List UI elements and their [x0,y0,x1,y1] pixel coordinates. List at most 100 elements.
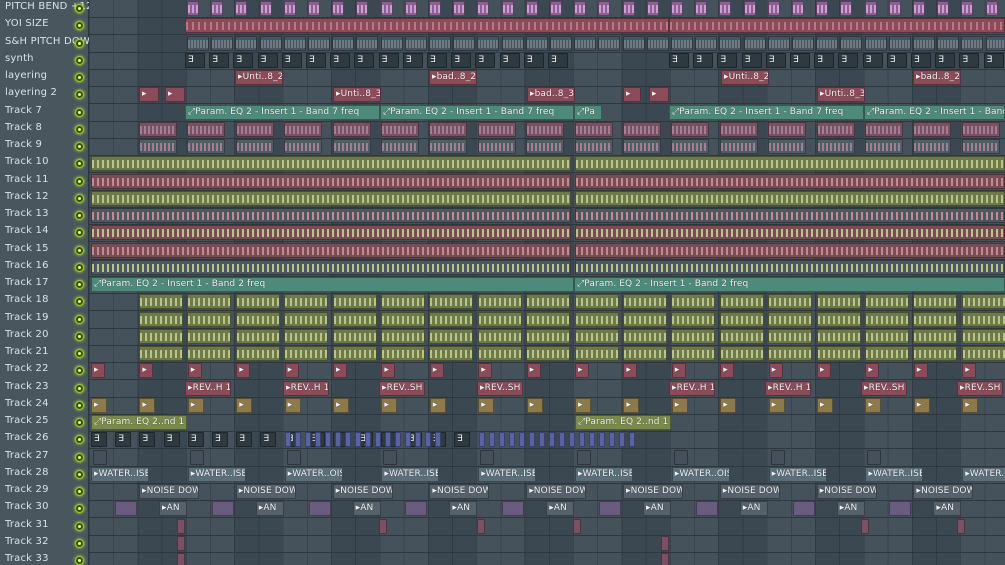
pattern-clip[interactable] [867,449,882,465]
pattern-clip[interactable] [526,328,571,344]
mute-led-icon[interactable] [75,107,84,117]
pattern-clip[interactable] [770,449,785,465]
pattern-clip[interactable]: ▸NOISE DOWN [332,484,393,499]
track-header[interactable]: YOI SIZE [0,17,88,34]
pattern-clip[interactable]: ▸NOISE DOWN [429,484,490,499]
track-header[interactable]: layering [0,69,88,86]
pattern-clip[interactable] [480,449,495,465]
pattern-clip[interactable]: ▸AN [449,501,478,517]
synth-clip[interactable]: ∃ [693,52,714,68]
pattern-clip[interactable] [864,1,877,16]
automation-clip[interactable]: ⤢Param. EQ 2 - Insert 1 - Band 2 freq [574,277,1005,292]
pattern-clip[interactable] [429,35,451,51]
pattern-clip[interactable]: ▸ [187,397,204,413]
mute-led-icon[interactable] [75,55,84,65]
pattern-clip[interactable]: ▸ [720,363,735,379]
pattern-clip[interactable] [671,328,716,344]
pattern-clip[interactable]: ▸REV..H 1 [283,380,329,396]
pattern-clip[interactable]: ▸ [913,363,928,379]
pattern-clip[interactable] [235,121,274,137]
pattern-clip[interactable] [429,346,474,361]
track-header[interactable]: synth [0,52,88,69]
pattern-clip[interactable] [743,1,756,16]
pattern-clip[interactable] [477,518,485,534]
pattern-clip[interactable] [332,311,377,327]
pattern-clip[interactable] [356,35,379,51]
automation-clip[interactable]: ⤢Param. EQ 2 - Insert 1 - Band 7 freq [380,104,574,120]
mute-led-icon[interactable] [75,400,84,410]
pattern-clip[interactable]: ▸AN [643,501,671,517]
pattern-clip[interactable] [598,35,621,51]
pattern-clip[interactable]: ▸ [333,397,349,413]
track-lane[interactable] [89,155,1005,174]
pattern-clip[interactable] [574,311,619,327]
pattern-clip[interactable] [332,35,355,51]
pattern-clip[interactable]: ▸NOISE DOWN [719,484,780,499]
mute-led-icon[interactable] [75,4,84,13]
mute-led-icon[interactable] [75,366,84,376]
pattern-clip[interactable] [284,121,323,137]
pattern-clip[interactable] [671,294,716,310]
pattern-clip[interactable] [211,35,234,51]
pattern-clip[interactable] [285,432,291,448]
synth-clip[interactable]: ∃ [454,432,470,448]
pattern-clip[interactable]: ▸WATER..OISE [284,466,343,482]
pattern-clip[interactable] [575,242,1005,258]
pattern-clip[interactable] [816,328,861,344]
pattern-clip[interactable] [308,35,330,51]
track-header[interactable]: Track 21 [0,345,88,362]
pattern-clip[interactable]: ▸ [623,363,638,379]
pattern-clip[interactable] [768,346,813,361]
pattern-clip[interactable] [913,1,925,16]
pattern-clip[interactable] [139,311,183,327]
pattern-clip[interactable] [139,139,177,154]
track-header[interactable]: Track 18 [0,293,88,310]
pattern-clip[interactable]: ▸ [381,363,396,379]
synth-clip[interactable]: ∃ [260,432,277,448]
pattern-clip[interactable]: ▸Unti..8_3 [817,87,865,103]
track-header[interactable]: Track 7 [0,104,88,121]
pattern-clip[interactable] [646,35,669,51]
pattern-clip[interactable] [865,294,909,310]
pattern-clip[interactable] [767,1,780,16]
pattern-clip[interactable]: ▸NOISE DOWN [816,484,877,499]
track-lane[interactable] [89,345,1005,363]
pattern-clip[interactable] [985,1,998,16]
track-lane[interactable] [89,224,1005,243]
pattern-clip[interactable]: ▸ [913,397,930,413]
pattern-clip[interactable] [598,1,611,16]
pattern-clip[interactable] [619,432,625,448]
pattern-clip[interactable] [177,518,185,534]
pattern-clip[interactable] [961,35,984,51]
automation-clip[interactable]: ⤢Param. EQ 2 - Insert 1 - Band 7 freq [185,104,380,120]
pattern-clip[interactable] [477,1,490,16]
pattern-clip[interactable] [526,121,565,137]
mute-led-icon[interactable] [75,38,84,48]
pattern-clip[interactable]: ▸REV..H 1 [765,380,811,396]
pattern-clip[interactable] [429,139,468,154]
track-lane[interactable] [89,293,1005,312]
pattern-clip[interactable] [489,432,495,448]
pattern-clip[interactable] [425,432,431,448]
pattern-clip[interactable]: ▸AN [933,501,962,517]
mute-led-icon[interactable] [75,73,84,82]
synth-clip[interactable]: ∃ [862,52,883,68]
synth-clip[interactable]: ∃ [281,52,302,68]
pattern-clip[interactable] [325,432,331,448]
mute-led-icon[interactable] [75,142,84,151]
pattern-clip[interactable] [235,139,274,154]
pattern-clip[interactable] [211,1,224,16]
pattern-clip[interactable] [913,121,952,137]
track-header[interactable]: PITCH BEND +12 [0,0,92,17]
pattern-clip[interactable]: ▸ [962,397,979,413]
pattern-clip[interactable] [937,35,960,51]
pattern-clip[interactable] [622,1,635,16]
pattern-clip[interactable] [187,1,199,16]
pattern-clip[interactable] [453,1,466,16]
pattern-clip[interactable]: ▸REV..H 1 [185,380,231,396]
pattern-clip[interactable] [332,1,345,16]
pattern-clip[interactable] [429,328,474,344]
pattern-clip[interactable] [332,139,371,154]
pattern-clip[interactable]: ▸ [478,397,495,413]
track-lane[interactable] [89,0,1005,18]
